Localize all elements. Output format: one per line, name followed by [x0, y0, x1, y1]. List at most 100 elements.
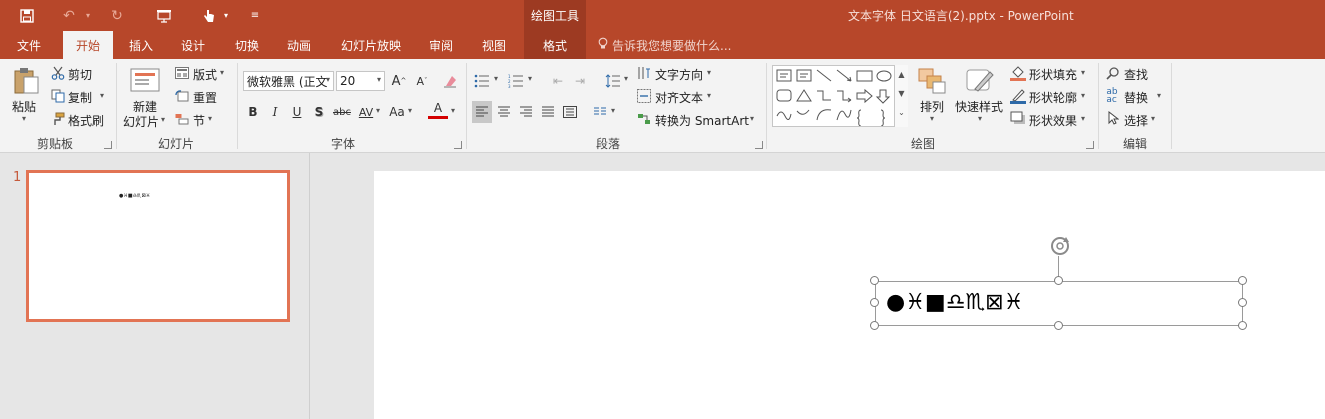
arrange-icon[interactable] [916, 66, 948, 96]
find-button[interactable]: 查找 [1124, 66, 1148, 83]
text-direction-dropdown-icon[interactable]: ▾ [707, 68, 711, 77]
undo-icon[interactable]: ↶ [58, 0, 80, 31]
shape-fill-button[interactable]: 形状填充 [1029, 66, 1077, 83]
quick-styles-dropdown-icon[interactable]: ▾ [978, 114, 982, 123]
tab-animations[interactable]: 动画 [276, 31, 322, 59]
reset-button[interactable]: 重置 [193, 89, 217, 106]
format-painter-button[interactable]: 格式刷 [68, 112, 104, 129]
shrink-font-button[interactable]: Aˇ [412, 71, 432, 91]
numbering-icon[interactable]: 123 [506, 71, 526, 91]
paste-dropdown-icon[interactable]: ▾ [22, 114, 26, 123]
cut-button[interactable]: 剪切 [68, 66, 92, 83]
tab-home[interactable]: 开始 [63, 31, 113, 59]
gallery-more-icon[interactable]: ⌄ [895, 103, 908, 122]
font-name-dropdown-icon[interactable]: ▾ [326, 75, 330, 84]
bullets-dropdown-icon[interactable]: ▾ [494, 74, 498, 83]
convert-smartart-button[interactable]: 转换为 SmartArt [655, 112, 749, 129]
tab-view[interactable]: 视图 [471, 31, 517, 59]
font-size-combo[interactable]: 20 ▾ [336, 71, 385, 91]
font-color-button[interactable]: A [428, 99, 448, 119]
arrange-dropdown-icon[interactable]: ▾ [930, 114, 934, 123]
resize-handle[interactable] [1054, 321, 1063, 330]
resize-handle[interactable] [1238, 298, 1247, 307]
justify-icon[interactable] [538, 102, 558, 122]
paste-button[interactable]: 粘贴 [12, 98, 36, 115]
decrease-indent-icon[interactable]: ⇤ [548, 71, 568, 91]
shape-fill-dropdown-icon[interactable]: ▾ [1081, 68, 1085, 77]
tab-review[interactable]: 审阅 [418, 31, 464, 59]
undo-dropdown-icon[interactable]: ▾ [82, 0, 94, 31]
rotate-handle-icon[interactable] [1048, 234, 1072, 258]
touch-mode-icon[interactable] [198, 0, 220, 31]
shadow-button[interactable]: S [309, 102, 329, 122]
gallery-up-icon[interactable]: ▲ [895, 65, 908, 84]
columns-dropdown-icon[interactable]: ▾ [611, 106, 615, 115]
align-text-dropdown-icon[interactable]: ▾ [707, 91, 711, 100]
resize-handle[interactable] [1238, 276, 1247, 285]
textbox-text[interactable]: ●♓■♎♏⊠♓ [886, 290, 1023, 315]
text-direction-button[interactable]: 文字方向 [655, 66, 703, 83]
redo-icon[interactable]: ↻ [106, 0, 128, 31]
tab-format[interactable]: 格式 [524, 31, 586, 59]
increase-indent-icon[interactable]: ⇥ [570, 71, 590, 91]
replace-button[interactable]: 替换 [1124, 89, 1148, 106]
slide-thumbnail[interactable] [26, 170, 290, 322]
shape-effects-dropdown-icon[interactable]: ▾ [1081, 114, 1085, 123]
presentation-from-start-icon[interactable] [150, 0, 178, 31]
line-spacing-icon[interactable] [603, 71, 623, 91]
new-slide-button[interactable]: 幻灯片 [123, 113, 159, 130]
bold-button[interactable]: B [243, 102, 263, 122]
font-launcher-icon[interactable] [454, 141, 462, 149]
layout-button[interactable]: 版式 [193, 66, 217, 83]
arrange-button[interactable]: 排列 [920, 98, 944, 115]
tell-me-box[interactable]: 告诉我您想要做什么... [598, 31, 731, 59]
shape-effects-button[interactable]: 形状效果 [1029, 112, 1077, 129]
shapes-gallery[interactable] [772, 65, 908, 127]
smartart-dropdown-icon[interactable]: ▾ [750, 114, 754, 123]
paragraph-launcher-icon[interactable] [755, 141, 763, 149]
columns-icon[interactable] [590, 102, 610, 122]
section-button[interactable]: 节 [193, 112, 205, 129]
clear-formatting-icon[interactable] [440, 71, 460, 91]
quick-styles-button[interactable]: 快速样式 [955, 98, 1003, 115]
italic-button[interactable]: I [265, 102, 285, 122]
tab-slideshow[interactable]: 幻灯片放映 [334, 31, 408, 59]
line-spacing-dropdown-icon[interactable]: ▾ [624, 74, 628, 83]
align-center-icon[interactable] [494, 102, 514, 122]
align-right-icon[interactable] [516, 102, 536, 122]
resize-handle[interactable] [1054, 276, 1063, 285]
font-color-dropdown-icon[interactable]: ▾ [451, 106, 455, 115]
touch-dropdown-icon[interactable]: ▾ [220, 0, 232, 31]
section-dropdown-icon[interactable]: ▾ [208, 114, 212, 123]
tab-design[interactable]: 设计 [170, 31, 216, 59]
copy-dropdown-icon[interactable]: ▾ [100, 91, 104, 100]
customize-qat-icon[interactable]: ≡ [248, 0, 262, 31]
save-icon[interactable] [14, 0, 40, 31]
font-name-combo[interactable]: 微软雅黑 (正文 ▾ [243, 71, 334, 91]
resize-handle[interactable] [870, 321, 879, 330]
shape-outline-dropdown-icon[interactable]: ▾ [1081, 91, 1085, 100]
clipboard-launcher-icon[interactable] [104, 141, 112, 149]
char-spacing-dropdown-icon[interactable]: ▾ [376, 106, 380, 115]
gallery-down-icon[interactable]: ▼ [895, 84, 908, 103]
tab-insert[interactable]: 插入 [118, 31, 164, 59]
select-button[interactable]: 选择 [1124, 112, 1148, 129]
resize-handle[interactable] [870, 298, 879, 307]
underline-button[interactable]: U [287, 102, 307, 122]
font-size-dropdown-icon[interactable]: ▾ [377, 75, 381, 84]
align-left-icon[interactable] [472, 101, 492, 123]
layout-dropdown-icon[interactable]: ▾ [220, 68, 224, 77]
quick-styles-icon[interactable] [964, 66, 996, 96]
new-slide-icon[interactable] [128, 65, 162, 95]
char-spacing-button[interactable]: AV [355, 102, 377, 122]
new-slide-dropdown-icon[interactable]: ▾ [161, 115, 165, 124]
tab-file[interactable]: 文件 [0, 31, 58, 59]
change-case-dropdown-icon[interactable]: ▾ [408, 106, 412, 115]
change-case-button[interactable]: Aa [386, 102, 408, 122]
numbering-dropdown-icon[interactable]: ▾ [528, 74, 532, 83]
bullets-icon[interactable] [472, 71, 492, 91]
align-text-button[interactable]: 对齐文本 [655, 89, 703, 106]
replace-dropdown-icon[interactable]: ▾ [1157, 91, 1161, 100]
shapes-gallery-scroll[interactable]: ▲ ▼ ⌄ [894, 65, 908, 127]
distributed-icon[interactable] [560, 102, 580, 122]
